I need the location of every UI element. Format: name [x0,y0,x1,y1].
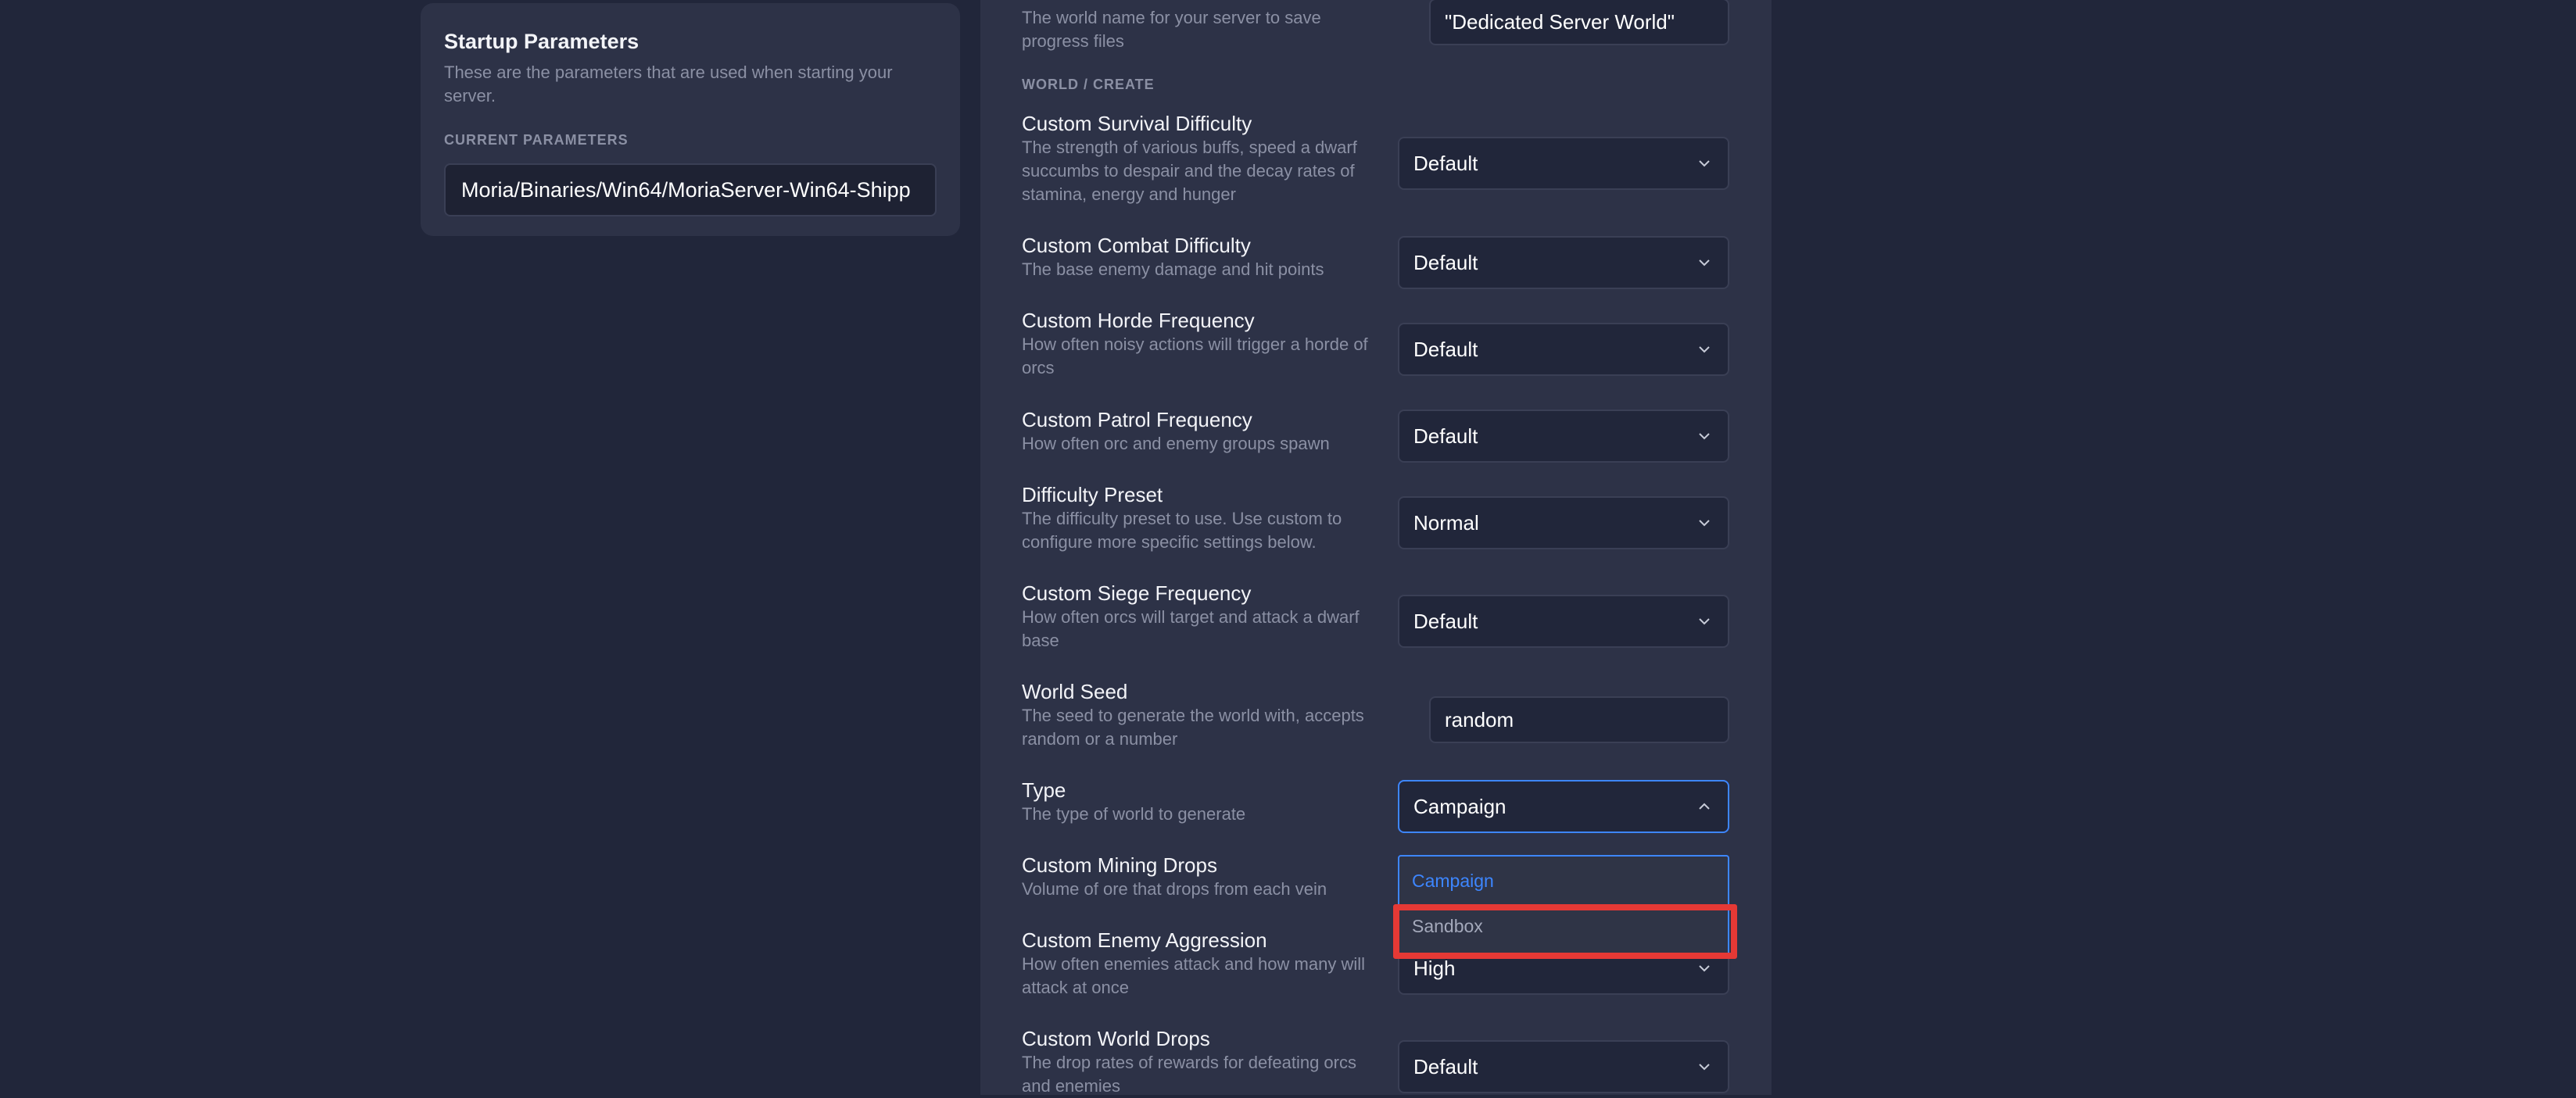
type-option-sandbox[interactable]: Sandbox [1412,916,1483,937]
setting-world-name-description: The world name for your server to save p… [1022,8,1321,51]
setting-description: How often orcs will target and attack a … [1022,607,1360,650]
setting-difficulty-preset: Difficulty Preset The difficulty preset … [1022,482,1389,554]
type-select[interactable]: Campaign [1398,780,1729,833]
chevron-down-icon [1695,513,1714,532]
section-world-create: WORLD / CREATE [1022,77,1155,92]
setting-label: Custom Patrol Frequency [1022,408,1252,431]
setting-mining-drops: Custom Mining Drops Volume of ore that d… [1022,853,1389,901]
patrol-frequency-select[interactable]: Default [1398,410,1729,463]
world-name-input[interactable] [1429,0,1729,45]
current-parameters-label: CURRENT PARAMETERS [444,132,629,148]
setting-description: How often orc and enemy groups spawn [1022,434,1330,453]
setting-label: Custom Survival Difficulty [1022,112,1252,135]
survival-difficulty-select[interactable]: Default [1398,137,1729,190]
select-value: Campaign [1413,794,1507,818]
setting-world-seed: World Seed The seed to generate the worl… [1022,679,1389,751]
setting-world-drops: Custom World Drops The drop rates of rew… [1022,1026,1389,1098]
setting-label: Custom Combat Difficulty [1022,234,1251,257]
setting-siege-frequency: Custom Siege Frequency How often orcs wi… [1022,581,1389,653]
chevron-down-icon [1695,253,1714,272]
setting-description: The type of world to generate [1022,804,1246,824]
combat-difficulty-select[interactable]: Default [1398,236,1729,289]
startup-parameters-description: These are the parameters that are used w… [444,63,893,106]
chevron-down-icon [1695,154,1714,173]
setting-survival-difficulty: Custom Survival Difficulty The strength … [1022,111,1389,206]
setting-description: The base enemy damage and hit points [1022,259,1324,279]
setting-description: Volume of ore that drops from each vein [1022,879,1327,899]
chevron-down-icon [1695,1057,1714,1076]
select-value: Default [1413,424,1478,448]
select-value: Default [1413,337,1478,361]
horde-frequency-select[interactable]: Default [1398,323,1729,376]
setting-type: Type The type of world to generate [1022,778,1389,826]
setting-label: Custom Mining Drops [1022,853,1217,877]
setting-horde-frequency: Custom Horde Frequency How often noisy a… [1022,308,1389,380]
select-value: Default [1413,151,1478,175]
chevron-down-icon [1695,612,1714,631]
setting-label: Custom Horde Frequency [1022,309,1255,332]
setting-label: Difficulty Preset [1022,483,1163,506]
setting-description: How often noisy actions will trigger a h… [1022,334,1368,377]
world-seed-input[interactable] [1429,696,1729,743]
setting-description: The difficulty preset to use. Use custom… [1022,509,1342,552]
setting-description: The drop rates of rewards for defeating … [1022,1053,1356,1096]
setting-combat-difficulty: Custom Combat Difficulty The base enemy … [1022,233,1389,281]
select-value: Default [1413,609,1478,633]
setting-label: Custom Siege Frequency [1022,581,1252,605]
setting-description: The strength of various buffs, speed a d… [1022,138,1357,204]
chevron-down-icon [1695,340,1714,359]
setting-patrol-frequency: Custom Patrol Frequency How often orc an… [1022,407,1389,456]
select-value: Default [1413,1054,1478,1078]
setting-enemy-aggression: Custom Enemy Aggression How often enemie… [1022,928,1389,1000]
setting-label: Type [1022,778,1066,802]
select-value: Normal [1413,510,1479,535]
setting-description: The seed to generate the world with, acc… [1022,706,1364,749]
setting-label: Custom World Drops [1022,1027,1210,1050]
difficulty-preset-select[interactable]: Normal [1398,496,1729,549]
settings-panel: The world name for your server to save p… [980,0,1772,1098]
select-value: High [1413,956,1456,980]
setting-description: How often enemies attack and how many wi… [1022,954,1365,997]
select-value: Default [1413,250,1478,274]
current-parameters-field[interactable] [444,163,937,216]
setting-label: World Seed [1022,680,1128,703]
type-dropdown-menu: Campaign Sandbox [1398,855,1729,957]
chevron-down-icon [1695,427,1714,445]
siege-frequency-select[interactable]: Default [1398,595,1729,648]
startup-parameters-title: Startup Parameters [444,30,640,53]
type-option-campaign[interactable]: Campaign [1412,871,1494,892]
chevron-down-icon [1695,959,1714,978]
startup-parameters-card: Startup Parameters These are the paramet… [421,3,960,236]
setting-label: Custom Enemy Aggression [1022,928,1267,952]
chevron-up-icon [1695,797,1714,816]
setting-world-name: The world name for your server to save p… [1022,6,1350,53]
world-drops-select[interactable]: Default [1398,1040,1729,1093]
